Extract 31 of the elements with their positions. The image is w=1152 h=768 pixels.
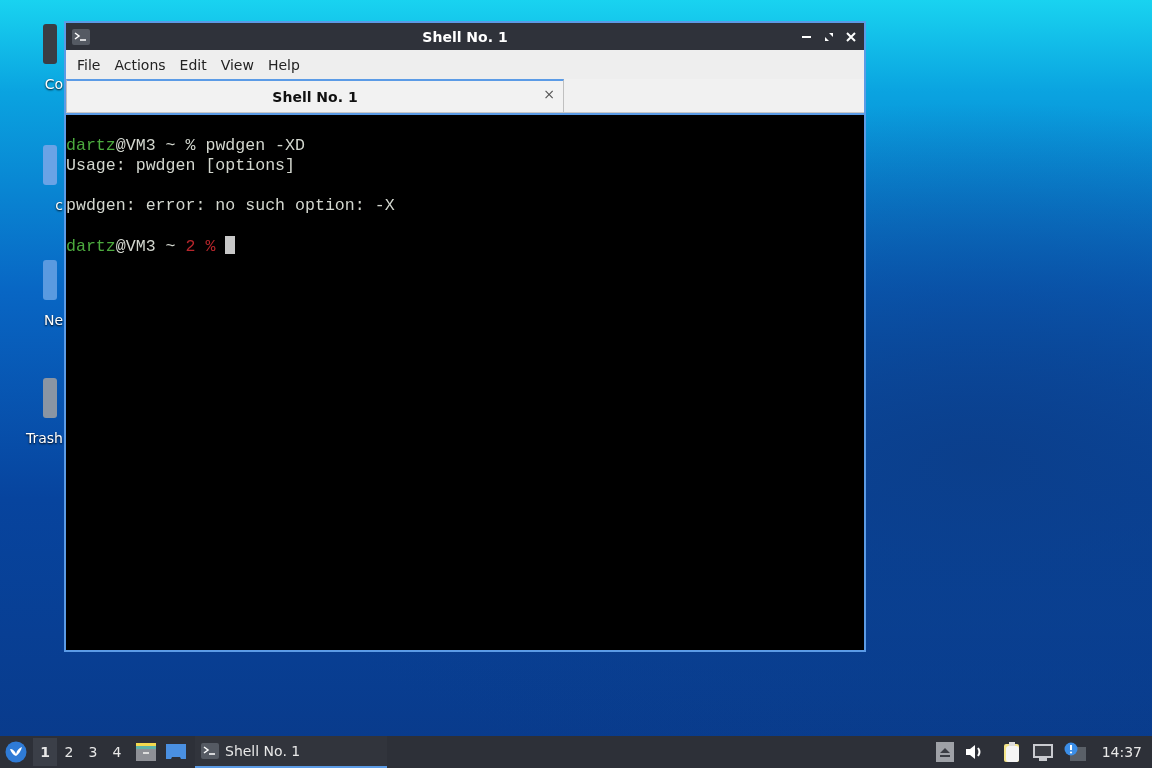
icon-label[interactable]: Ne [43,312,63,328]
workspace-button[interactable]: 4 [105,738,129,766]
start-menu-icon[interactable] [5,741,27,763]
icon-label[interactable]: c [55,197,63,213]
workspace-button[interactable]: 3 [81,738,105,766]
file-manager-icon[interactable] [135,741,157,763]
terminal-icon [72,28,90,45]
menu-item[interactable]: Edit [172,56,214,73]
window-title: Shell No. 1 [422,28,508,45]
terminal-tab[interactable]: Shell No. 1 × [66,79,564,112]
clipboard-icon[interactable] [1001,741,1022,763]
tab-close-button[interactable]: × [543,86,555,102]
terminal-area[interactable]: dartz@VM3 ~ % pwdgen -XD Usage: pwdgen [options] pwdgen: error: no such option: -X dartz@VM3 ~ 2 % [66,113,864,650]
taskbar-task-button[interactable]: Shell No. 1 [195,736,387,768]
notification-icon[interactable] [1063,742,1086,762]
menu-item[interactable]: File [70,56,108,73]
menu-item[interactable]: View [213,56,261,73]
workspace-button[interactable]: 1 [33,738,57,766]
menu-item[interactable]: Actions [107,56,173,73]
menu-item[interactable]: Help [260,56,307,73]
eject-icon[interactable] [935,742,954,762]
desktop-icon[interactable] [165,742,187,762]
network-icon[interactable] [1031,743,1054,761]
terminal-line: dartz@VM3 ~ 2 % [66,237,216,256]
terminal-line: Usage: pwdgen [options] [66,156,296,175]
workspace-button[interactable]: 2 [57,738,81,766]
terminal-icon [201,743,219,759]
clock[interactable]: 14:37 [1101,744,1142,760]
terminal-line: pwdgen: error: no such option: -X [66,196,395,215]
terminal-line: dartz@VM3 ~ % pwdgen -XD [66,136,305,155]
icon-label[interactable]: Trash [26,430,63,446]
